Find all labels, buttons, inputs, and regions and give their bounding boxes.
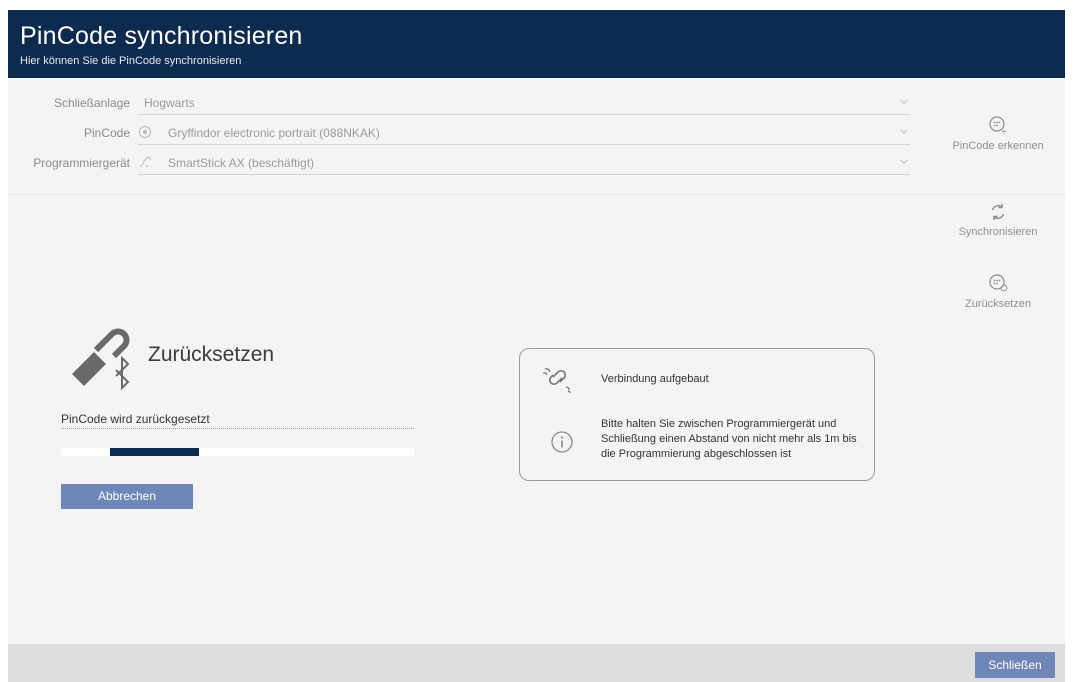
pincode-value: Gryffindor electronic portrait (088NKAK) — [168, 126, 380, 140]
progress-title: Zurücksetzen — [148, 343, 275, 366]
footer-bar: Schließen — [8, 644, 1065, 682]
detect-pincode-button[interactable]: PinCode erkennen — [948, 114, 1048, 152]
locking-system-row: Schließanlage Hogwarts — [8, 92, 910, 115]
pincode-detect-icon — [989, 116, 1007, 135]
progress-bar — [61, 448, 414, 456]
detect-pincode-label: PinCode erkennen — [952, 140, 1044, 152]
progress-status: PinCode wird zurückgesetzt — [61, 412, 414, 429]
pincode-label: PinCode — [83, 126, 130, 140]
smartstick-bluetooth-icon — [72, 328, 130, 391]
locking-system-value: Hogwarts — [144, 96, 195, 110]
pincode-row: PinCode Gryffindor electronic portrait (… — [8, 122, 910, 145]
synchronize-label: Synchronisieren — [958, 226, 1038, 238]
close-button[interactable]: Schließen — [975, 652, 1055, 678]
page-subtitle: Hier können Sie die PinCode synchronisie… — [20, 55, 242, 67]
programmer-icon — [139, 156, 151, 168]
pincode-select[interactable]: Gryffindor electronic portrait (088NKAK) — [138, 122, 910, 145]
locking-system-label: Schließanlage — [53, 96, 130, 110]
programmer-value: SmartStick AX (beschäftigt) — [168, 156, 315, 170]
pincode-reset-icon — [989, 274, 1008, 292]
locking-system-select[interactable]: Hogwarts — [138, 92, 910, 115]
programmer-row: Programmiergerät SmartStick AX (beschäft… — [8, 152, 910, 175]
sync-icon — [991, 204, 1005, 220]
cancel-button[interactable]: Abbrechen — [61, 484, 193, 509]
synchronize-button[interactable]: Synchronisieren — [948, 202, 1048, 238]
progress-bar-fill — [110, 448, 199, 456]
connection-established-icon — [542, 368, 571, 394]
reset-label: Zurücksetzen — [964, 298, 1032, 310]
chevron-down-icon — [900, 129, 908, 134]
connection-status-text: Verbindung aufgebaut — [601, 373, 709, 385]
chevron-down-icon — [900, 99, 908, 104]
info-box: Verbindung aufgebaut Bitte halten Sie zw… — [519, 348, 875, 481]
programmer-label: Programmiergerät — [33, 156, 130, 170]
page-title: PinCode synchronisieren — [20, 22, 303, 50]
pincode-icon — [139, 126, 151, 138]
dialog-window: PinCode synchronisieren Hier können Sie … — [8, 10, 1065, 682]
distance-hint-text: Bitte halten Sie zwischen Programmierger… — [601, 418, 857, 460]
programmer-select[interactable]: SmartStick AX (beschäftigt) — [138, 152, 910, 175]
chevron-down-icon — [900, 159, 908, 164]
info-icon — [551, 431, 573, 453]
divider — [8, 194, 1065, 195]
reset-button[interactable]: Zurücksetzen — [948, 272, 1048, 310]
header-bar: PinCode synchronisieren Hier können Sie … — [8, 10, 1065, 78]
